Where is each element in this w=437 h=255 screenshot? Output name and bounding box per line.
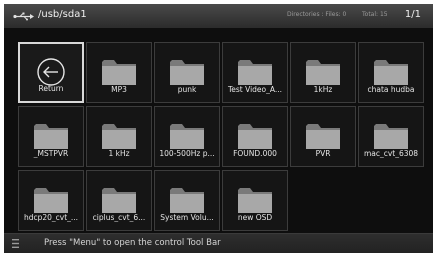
tile-label: System Volu... — [160, 213, 214, 222]
total-count: Total: 15 — [362, 11, 388, 18]
folder-icon — [170, 124, 204, 149]
folder-icon — [306, 124, 340, 149]
folder-icon — [34, 188, 68, 213]
folder-tile[interactable]: _MSTPVR — [18, 106, 84, 167]
folder-icon — [238, 188, 272, 213]
tile-label: Test Video_A... — [227, 85, 283, 94]
folder-tile[interactable]: ciplus_cvt_6... — [86, 170, 152, 231]
folder-icon — [306, 60, 340, 85]
folder-icon — [170, 60, 204, 85]
folder-tile[interactable]: 100-500Hz p... — [154, 106, 220, 167]
tile-label: Return — [38, 84, 64, 93]
folder-icon — [238, 60, 272, 85]
tile-label: hdcp20_cvt_... — [23, 213, 79, 222]
folder-icon — [170, 188, 204, 213]
folder-tile[interactable]: 1kHz — [290, 42, 356, 103]
directories-files-count: Directories : Files: 0 — [287, 11, 347, 18]
folder-tile[interactable]: FOUND.000 — [222, 106, 288, 167]
top-bar: /usb/sda1 Directories : Files: 0 Total: … — [4, 4, 433, 28]
current-path: /usb/sda1 — [38, 9, 87, 20]
file-browser-screen: /usb/sda1 Directories : Files: 0 Total: … — [4, 4, 433, 253]
tile-label: mac_cvt_6308 — [363, 149, 419, 158]
toolbar-hint: Press "Menu" to open the control Tool Ba… — [44, 238, 221, 248]
folder-tile[interactable]: 1 kHz — [86, 106, 152, 167]
tile-label: 1 kHz — [108, 149, 130, 158]
page-indicator: 1/1 — [404, 9, 421, 20]
tile-label: ciplus_cvt_6... — [92, 213, 146, 222]
folder-tile[interactable]: new OSD — [222, 170, 288, 231]
folder-icon — [102, 124, 136, 149]
folder-icon — [238, 124, 272, 149]
return-tile[interactable]: Return — [18, 42, 84, 103]
tile-label: 1kHz — [313, 85, 333, 94]
folder-icon — [34, 124, 68, 149]
tile-label: FOUND.000 — [233, 149, 277, 158]
folder-icon — [374, 124, 408, 149]
folder-tile[interactable]: MP3 — [86, 42, 152, 103]
folder-tile[interactable]: Test Video_A... — [222, 42, 288, 103]
folder-icon — [102, 188, 136, 213]
folder-icon — [102, 60, 136, 85]
tile-label: 100-500Hz p... — [159, 149, 215, 158]
return-icon — [37, 58, 65, 86]
folder-tile[interactable]: mac_cvt_6308 — [358, 106, 424, 167]
folder-tile[interactable]: chata hudba — [358, 42, 424, 103]
tile-label: punk — [177, 85, 197, 94]
folder-icon — [374, 60, 408, 85]
folder-tile[interactable]: hdcp20_cvt_... — [18, 170, 84, 231]
tile-label: chata hudba — [367, 85, 415, 94]
tile-label: PVR — [315, 149, 331, 158]
folder-tile[interactable]: System Volu... — [154, 170, 220, 231]
folder-tile[interactable]: punk — [154, 42, 220, 103]
file-grid: Return MP3 punk Test Video_A... 1kHz cha… — [18, 42, 424, 231]
bottom-bar: Press "Menu" to open the control Tool Ba… — [4, 233, 433, 253]
tile-label: new OSD — [237, 213, 273, 222]
menu-icon[interactable] — [12, 239, 19, 248]
tile-label: MP3 — [111, 85, 127, 94]
tile-label: _MSTPVR — [33, 149, 69, 158]
folder-tile[interactable]: PVR — [290, 106, 356, 167]
usb-icon — [13, 12, 34, 21]
